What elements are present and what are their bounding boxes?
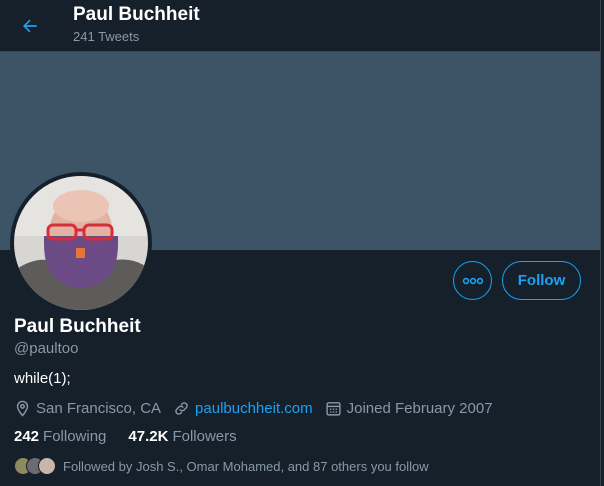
followers-you-know-avatars: [14, 457, 56, 475]
website-link[interactable]: paulbuchheit.com: [195, 400, 313, 417]
top-bar: Paul Buchheit 241 Tweets: [0, 0, 600, 52]
profile-joined: Joined February 2007: [325, 400, 493, 417]
joined-text: Joined February 2007: [346, 399, 493, 417]
link-icon: [175, 401, 188, 415]
followers-label: Followers: [172, 428, 237, 445]
header-title: Paul Buchheit: [73, 4, 200, 25]
location-text: San Francisco, CA: [36, 399, 162, 417]
followed-by-row[interactable]: Followed by Josh S., Omar Mohamed, and 8…: [14, 456, 429, 476]
followed-by-text: Followed by Josh S., Omar Mohamed, and 8…: [63, 458, 429, 474]
profile-website: paulbuchheit.com: [173, 400, 313, 417]
calendar-icon: [326, 401, 341, 416]
profile-display-name: Paul Buchheit: [14, 316, 141, 337]
following-count: 242: [14, 428, 40, 445]
avatar-photo: [14, 176, 148, 310]
following-label: Following: [43, 428, 107, 445]
followers-count: 47.2K: [128, 428, 169, 445]
follow-button[interactable]: Follow: [502, 261, 581, 300]
followers-link[interactable]: 47.2K Followers: [128, 428, 236, 445]
column-divider: [600, 0, 601, 486]
more-icon: [462, 277, 483, 284]
profile-bio: while(1);: [14, 370, 71, 387]
profile-meta: San Francisco, CA paulbuchheit.com Joine…: [14, 398, 505, 418]
arrow-left-icon: [23, 19, 37, 33]
location-icon: [16, 400, 29, 417]
more-options-button[interactable]: [453, 261, 492, 300]
back-button[interactable]: [12, 8, 48, 44]
profile-handle: @paultoo: [14, 340, 79, 357]
header-tweet-count: 241 Tweets: [73, 29, 140, 44]
follow-counts: 242 Following 47.2K Followers: [14, 428, 259, 445]
profile-avatar[interactable]: [10, 172, 152, 314]
mini-avatar: [38, 457, 56, 475]
profile-location: San Francisco, CA: [14, 400, 161, 417]
following-link[interactable]: 242 Following: [14, 428, 106, 445]
